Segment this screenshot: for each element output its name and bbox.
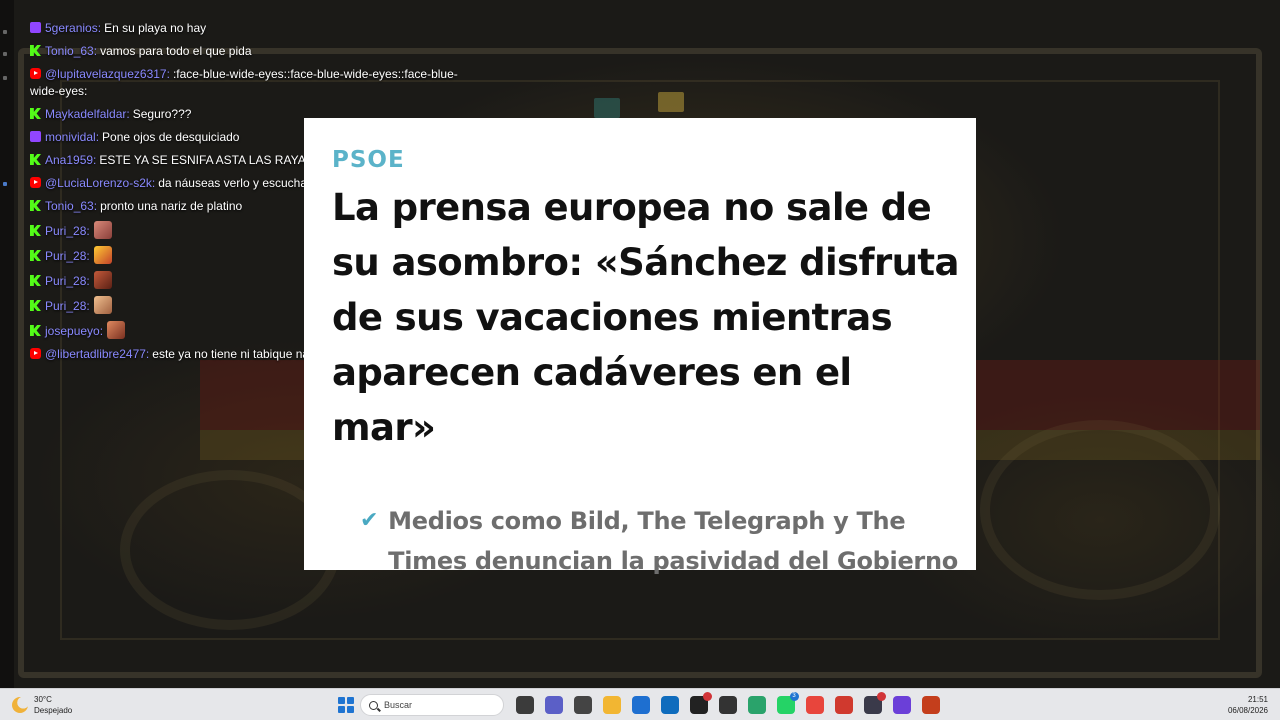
desktop-shortcut-icon[interactable] bbox=[594, 98, 620, 118]
chat-emote-icon bbox=[93, 271, 112, 289]
chat-message: @lupitavelazquez6317:face-blue-wide-eyes… bbox=[30, 66, 480, 100]
notification-badge bbox=[876, 692, 886, 701]
windows-start-icon[interactable] bbox=[338, 697, 354, 713]
obs-icon[interactable] bbox=[863, 692, 886, 714]
chat-text: En su playa no hay bbox=[104, 21, 207, 35]
notification-badge: 3 bbox=[789, 692, 799, 701]
news-subheadline: Medios como Bild, The Telegraph y The Ti… bbox=[388, 507, 958, 575]
edge-icon[interactable] bbox=[747, 696, 766, 714]
weather-condition: Despejado bbox=[34, 706, 73, 715]
notification-badge bbox=[702, 692, 712, 701]
chat-username[interactable]: 5geranios bbox=[45, 21, 101, 35]
side-strip bbox=[0, 0, 14, 688]
system-clock[interactable]: 21:51 06/08/2026 bbox=[1228, 694, 1268, 716]
moon-icon bbox=[12, 697, 28, 713]
chat-emote-icon bbox=[93, 221, 112, 239]
youtube-icon bbox=[30, 68, 41, 79]
news-kicker: PSOE bbox=[332, 147, 405, 173]
chat-username[interactable]: Puri_28 bbox=[45, 249, 90, 263]
kick-icon bbox=[30, 225, 41, 236]
chat-username[interactable]: @LuciaLorenzo-s2k bbox=[45, 176, 155, 190]
chat-text: este ya no tiene ni tabique nasal bbox=[152, 347, 325, 361]
news-subheadline-row: ✔ Medios como Bild, The Telegraph y The … bbox=[360, 501, 960, 581]
weather-temp: 30°C bbox=[34, 695, 52, 704]
powerpoint-icon[interactable] bbox=[921, 696, 940, 714]
twitch-icon bbox=[30, 131, 41, 142]
news-card: PSOE La prensa europea no sale de su aso… bbox=[304, 118, 976, 575]
chat-username[interactable]: @lupitavelazquez6317 bbox=[45, 67, 170, 81]
app-cube-icon[interactable] bbox=[718, 696, 737, 714]
kick-icon bbox=[30, 250, 41, 261]
chat-message: Tonio_63vamos para todo el que pida bbox=[30, 43, 480, 60]
chat-username[interactable]: Puri_28 bbox=[45, 299, 90, 313]
chrome-icon[interactable] bbox=[805, 696, 824, 714]
chat-username[interactable]: Ana1959 bbox=[45, 153, 96, 167]
whatsapp-icon[interactable]: 3 bbox=[776, 692, 799, 714]
taskbar: 30°C Despejado Buscar 3 21:51 06/08/2026 bbox=[0, 688, 1280, 720]
search-placeholder: Buscar bbox=[384, 700, 413, 710]
chat-username[interactable]: Puri_28 bbox=[45, 224, 90, 238]
chat-text: Pone ojos de desquiciado bbox=[102, 130, 240, 144]
chat-text: vamos para todo el que pida bbox=[100, 44, 252, 58]
file-explorer-icon[interactable] bbox=[602, 696, 621, 714]
chat-username[interactable]: josepueyo bbox=[45, 324, 103, 338]
app-dark-icon[interactable] bbox=[689, 692, 712, 714]
clock-time: 21:51 bbox=[1247, 695, 1268, 704]
kick-icon bbox=[30, 108, 41, 119]
chat-username[interactable]: Tonio_63 bbox=[45, 44, 97, 58]
chat-emote-icon bbox=[93, 246, 112, 264]
chrome-alt-icon[interactable] bbox=[834, 696, 853, 714]
kick-icon bbox=[30, 300, 41, 311]
chat-username[interactable]: Maykadelfaldar bbox=[45, 107, 130, 121]
ornament-ring bbox=[980, 420, 1220, 600]
chat-message: 5geraniosEn su playa no hay bbox=[30, 20, 480, 37]
chat-username[interactable]: @libertadlibre2477 bbox=[45, 347, 149, 361]
chat-emote-icon bbox=[93, 296, 112, 314]
kick-icon bbox=[30, 200, 41, 211]
kick-icon bbox=[30, 325, 41, 336]
outlook-icon[interactable] bbox=[660, 696, 679, 714]
app-icon[interactable] bbox=[573, 696, 592, 714]
youtube-icon bbox=[30, 177, 41, 188]
chat-text: da náuseas verlo y escucharlo bbox=[158, 176, 321, 190]
chat-username[interactable]: Puri_28 bbox=[45, 274, 90, 288]
twitch-icon bbox=[30, 22, 41, 33]
chat-text: Seguro??? bbox=[132, 107, 192, 121]
store-icon[interactable] bbox=[631, 696, 650, 714]
kick-icon bbox=[30, 45, 41, 56]
news-headline: La prensa europea no sale de su asombro:… bbox=[332, 186, 959, 449]
desktop-folder-icon[interactable] bbox=[658, 92, 684, 112]
clock-date: 06/08/2026 bbox=[1227, 706, 1268, 715]
taskbar-search[interactable]: Buscar bbox=[360, 694, 504, 716]
kick-icon bbox=[30, 275, 41, 286]
app-circle-icon[interactable] bbox=[892, 696, 911, 714]
taskbar-apps: Buscar 3 bbox=[336, 692, 945, 718]
kick-icon bbox=[30, 154, 41, 165]
task-view-icon[interactable] bbox=[515, 696, 534, 714]
chat-emote-icon bbox=[107, 321, 126, 339]
search-icon bbox=[369, 700, 378, 710]
chat-username[interactable]: monividal bbox=[45, 130, 99, 144]
chat-text: pronto una nariz de platino bbox=[100, 199, 243, 213]
youtube-icon bbox=[30, 348, 41, 359]
check-icon: ✔ bbox=[360, 508, 379, 533]
weather-widget[interactable]: 30°C Despejado bbox=[12, 694, 72, 716]
teams-icon[interactable] bbox=[544, 696, 563, 714]
chat-username[interactable]: Tonio_63 bbox=[45, 199, 97, 213]
